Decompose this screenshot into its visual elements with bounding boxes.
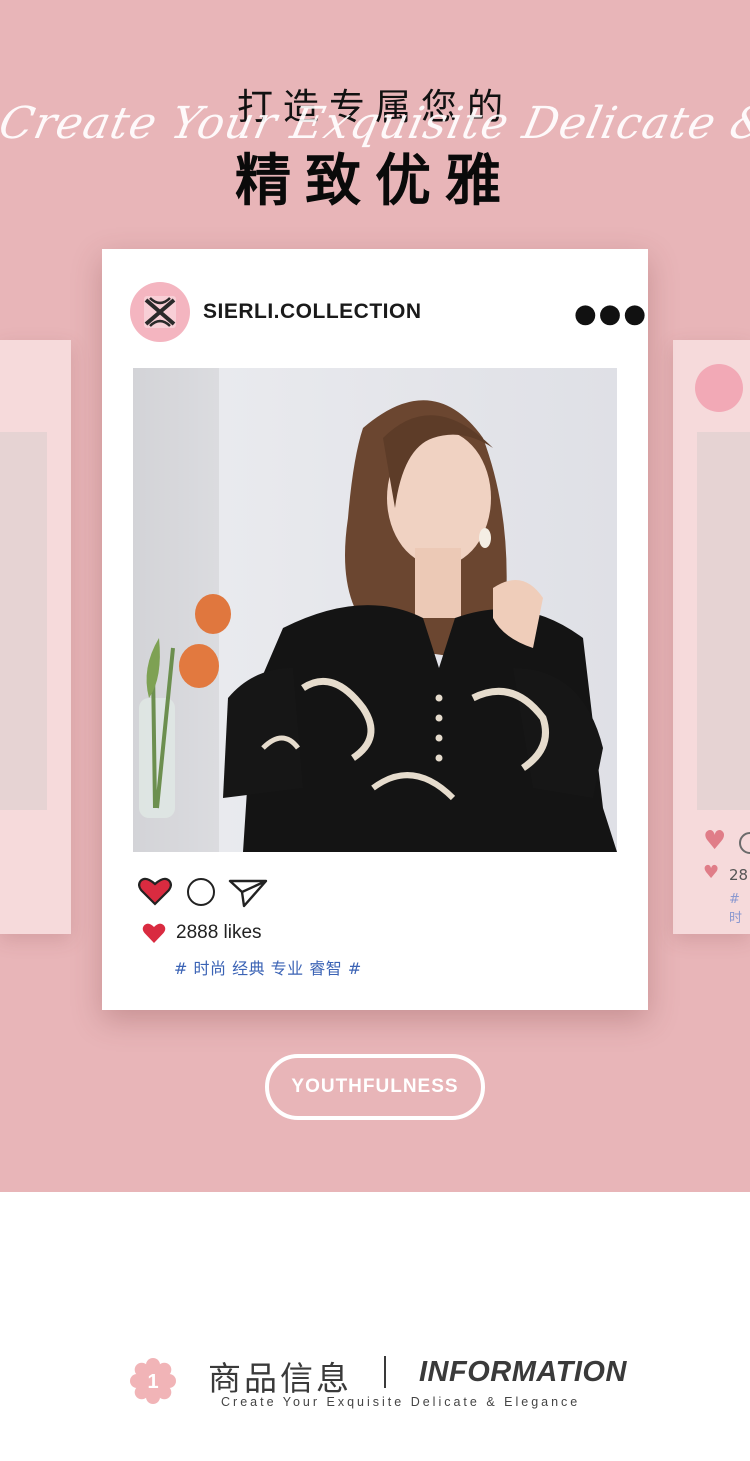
hashtags[interactable]: # 时尚 经典 专业 睿智 # bbox=[174, 955, 362, 979]
badge-number: 1 bbox=[147, 1371, 158, 1393]
like-heart-icon bbox=[142, 923, 166, 943]
info-divider bbox=[384, 1356, 386, 1388]
headline-line-2: 精致优雅 bbox=[235, 149, 515, 214]
account-name[interactable]: SIERLI.COLLECTION bbox=[203, 300, 422, 324]
comment-icon[interactable] bbox=[187, 878, 215, 906]
info-title-cn: 商品信息 bbox=[208, 1359, 352, 1398]
more-dots-icon[interactable]: ●●● bbox=[574, 299, 648, 329]
brand-logo-avatar[interactable] bbox=[130, 282, 190, 342]
side-card-right: ♥ ♥ 28 # 时 bbox=[673, 340, 750, 934]
info-title-en: INFORMATION bbox=[419, 1356, 627, 1388]
side-card-likes-text: 28 bbox=[729, 866, 749, 884]
side-card-hashtag: # 时 bbox=[729, 892, 743, 926]
info-subtitle: Create Your Exquisite Delicate & Eleganc… bbox=[221, 1395, 581, 1409]
side-card-photo-placeholder bbox=[0, 432, 47, 810]
side-card-like-heart-icon: ♥ bbox=[703, 862, 720, 883]
youthfulness-button[interactable]: YOUTHFULNESS bbox=[265, 1054, 485, 1120]
share-icon[interactable] bbox=[228, 877, 268, 909]
post-card: SIERLI.COLLECTION ●●● 2888 likes # 时尚 经典… bbox=[102, 249, 648, 1010]
likes-count: 2888 likes bbox=[176, 922, 262, 943]
side-card-comment-icon bbox=[739, 832, 750, 854]
brand-monogram-icon bbox=[144, 296, 176, 328]
side-card-left bbox=[0, 340, 71, 934]
post-photo bbox=[133, 368, 617, 852]
youthfulness-button-label: YOUTHFULNESS bbox=[291, 1076, 459, 1097]
flower-badge-icon: 1 bbox=[130, 1358, 176, 1404]
side-card-heart-icon: ♥ bbox=[703, 826, 727, 856]
heart-icon[interactable] bbox=[138, 876, 172, 906]
hero-section: 打造专属您的 Create Your Exquisite Delicate & … bbox=[0, 0, 750, 1192]
side-card-avatar bbox=[695, 364, 743, 412]
side-card-photo-placeholder bbox=[697, 432, 750, 810]
